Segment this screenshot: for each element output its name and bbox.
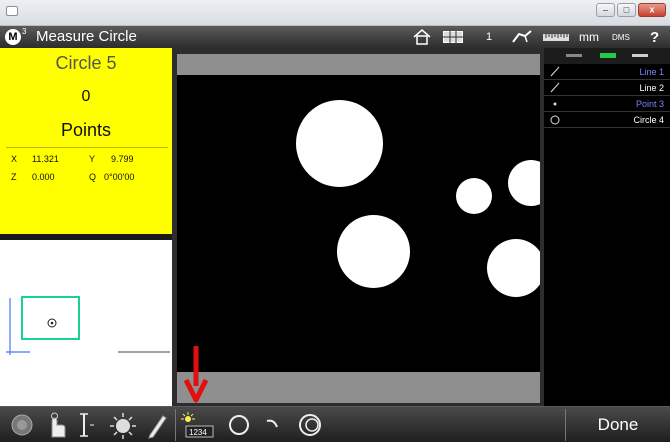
measure-arc-button[interactable] [262, 411, 284, 439]
y-label: Y [89, 154, 96, 164]
camera-position-rect [21, 296, 80, 340]
feature-row-line-2[interactable]: Line 2 [544, 80, 670, 96]
points-count: 0 [81, 88, 91, 105]
measure-concentric-button[interactable] [296, 411, 326, 439]
points-label: Points [60, 120, 112, 140]
feature-name: Circle 5 [55, 53, 117, 73]
hole-small [456, 178, 492, 214]
z-label: Z [11, 172, 17, 182]
camera-viewport [172, 48, 544, 406]
zoom-button[interactable] [8, 411, 36, 439]
ruler-icon[interactable] [543, 26, 569, 48]
manual-entry-button[interactable] [42, 411, 70, 439]
burst-icon [110, 413, 136, 439]
bottom-toolbar: 1234 Done [0, 406, 670, 442]
top-toolbar: M 3 Measure Circle 1 mm DMS ? [0, 26, 670, 48]
arc-icon [266, 419, 278, 428]
q-label: Q [89, 172, 97, 182]
app-logo: M [5, 29, 21, 45]
zoom-icon [11, 414, 33, 436]
feature-label: Circle 4 [633, 115, 664, 125]
hole-large-top [296, 100, 383, 187]
tab-list-a[interactable] [566, 54, 582, 57]
feature-row-point-3[interactable]: Point 3 [544, 96, 670, 112]
tab-list-c[interactable] [632, 54, 648, 57]
feature-row-circle-4[interactable]: Circle 4 [544, 112, 670, 128]
x-value: 11.321 [32, 154, 59, 164]
dro-divider [6, 147, 168, 148]
app-logo-sup: 3 [22, 27, 27, 36]
minimize-button[interactable]: – [596, 3, 615, 17]
line-icon [550, 66, 560, 77]
feature-list-panel: Line 1 Line 2 Point 3 Circle 4 [544, 48, 670, 406]
angle-format-toggle[interactable]: DMS [612, 26, 630, 48]
x-label: X [11, 154, 18, 164]
edge-probe-icon [80, 413, 94, 437]
feature-label: Line 2 [639, 83, 664, 93]
close-icon: x [649, 4, 655, 15]
feature-row-line-1[interactable]: Line 1 [544, 64, 670, 80]
maximize-icon: □ [623, 4, 630, 15]
dro-panel: Circle 5 0 Points X 11.321 Y 9.799 Z 0.0… [0, 48, 172, 234]
window-titlebar: – □ x [0, 0, 670, 26]
pen-icon [148, 415, 167, 439]
red-arrow-annotation [184, 346, 208, 403]
hole-right-top [508, 160, 540, 206]
edge-tool-button[interactable] [76, 411, 100, 439]
feature-label: Line 1 [639, 67, 664, 77]
hole-right-bottom [487, 239, 540, 297]
hand-touch-icon [51, 412, 66, 438]
line-icon [550, 82, 560, 93]
probe-points-button[interactable]: 1234 [180, 411, 214, 439]
pen-button[interactable] [146, 411, 168, 439]
close-button[interactable]: x [638, 3, 666, 17]
video-image[interactable] [177, 75, 540, 372]
concentric-circles-icon [299, 414, 321, 436]
dro-grid-icon[interactable] [443, 26, 465, 48]
help-button[interactable]: ? [650, 26, 659, 48]
tab-list-b[interactable] [600, 53, 616, 58]
auto-edge-button[interactable] [108, 411, 138, 439]
measure-circle-button[interactable] [226, 411, 252, 439]
circle-icon [229, 415, 249, 435]
toolbar-separator [175, 409, 176, 441]
app-menu-icon[interactable] [6, 6, 18, 16]
units-toggle[interactable]: mm [579, 26, 599, 48]
probe-icon[interactable] [511, 26, 533, 48]
z-value: 0.000 [32, 172, 55, 182]
feature-list-tabs [544, 48, 670, 64]
probe-points-label: 1234 [189, 428, 207, 437]
maximize-button[interactable]: □ [617, 3, 636, 17]
minimize-icon: – [602, 4, 609, 15]
page-title: Measure Circle [36, 28, 137, 45]
q-value: 0°00'00 [104, 172, 135, 182]
part-overview[interactable] [0, 240, 172, 406]
feature-label: Point 3 [635, 99, 664, 109]
window-controls: – □ x [596, 3, 666, 17]
home-icon[interactable] [412, 26, 432, 48]
hole-large-bottom [337, 215, 410, 288]
point-icon [553, 102, 557, 106]
y-value: 9.799 [111, 154, 134, 164]
circle-icon [550, 115, 560, 125]
feature-count: 1 [486, 31, 493, 43]
done-button[interactable]: Done [566, 407, 670, 442]
